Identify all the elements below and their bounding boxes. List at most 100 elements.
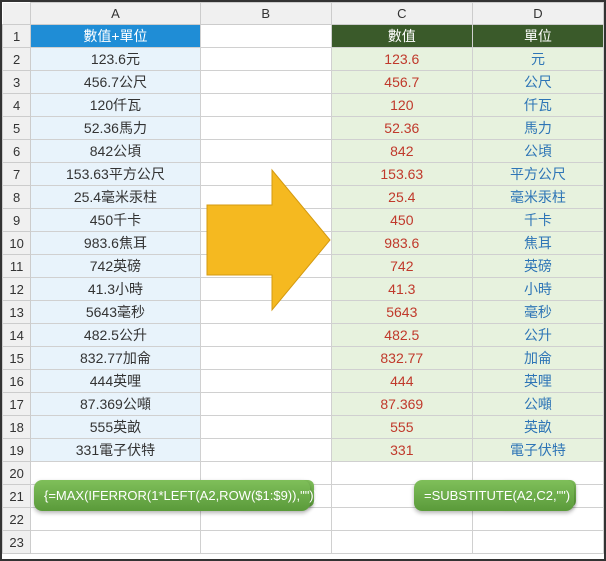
cell-B17[interactable] bbox=[200, 393, 331, 416]
row-header-2[interactable]: 2 bbox=[3, 48, 31, 71]
cell-C9[interactable]: 450 bbox=[331, 209, 472, 232]
row-header-19[interactable]: 19 bbox=[3, 439, 31, 462]
cell-A13[interactable]: 5643毫秒 bbox=[31, 301, 200, 324]
cell-D1[interactable]: 單位 bbox=[472, 25, 603, 48]
cell-A12[interactable]: 41.3小時 bbox=[31, 278, 200, 301]
cell-B19[interactable] bbox=[200, 439, 331, 462]
cell-D2[interactable]: 元 bbox=[472, 48, 603, 71]
cell-C7[interactable]: 153.63 bbox=[331, 163, 472, 186]
col-header-C[interactable]: C bbox=[331, 3, 472, 25]
cell-C16[interactable]: 444 bbox=[331, 370, 472, 393]
cell-C15[interactable]: 832.77 bbox=[331, 347, 472, 370]
cell-C12[interactable]: 41.3 bbox=[331, 278, 472, 301]
cell-C4[interactable]: 120 bbox=[331, 94, 472, 117]
cell-D7[interactable]: 平方公尺 bbox=[472, 163, 603, 186]
cell-C5[interactable]: 52.36 bbox=[331, 117, 472, 140]
row-header-14[interactable]: 14 bbox=[3, 324, 31, 347]
cell-B1[interactable] bbox=[200, 25, 331, 48]
cell-C13[interactable]: 5643 bbox=[331, 301, 472, 324]
cell-B15[interactable] bbox=[200, 347, 331, 370]
cell-C8[interactable]: 25.4 bbox=[331, 186, 472, 209]
cell-C2[interactable]: 123.6 bbox=[331, 48, 472, 71]
cell-D4[interactable]: 仟瓦 bbox=[472, 94, 603, 117]
cell-C18[interactable]: 555 bbox=[331, 416, 472, 439]
cell-D8[interactable]: 毫米汞柱 bbox=[472, 186, 603, 209]
row-header-8[interactable]: 8 bbox=[3, 186, 31, 209]
cell-C3[interactable]: 456.7 bbox=[331, 71, 472, 94]
cell-A15[interactable]: 832.77加侖 bbox=[31, 347, 200, 370]
cell-D17[interactable]: 公噸 bbox=[472, 393, 603, 416]
row-header-6[interactable]: 6 bbox=[3, 140, 31, 163]
cell-A6[interactable]: 842公頃 bbox=[31, 140, 200, 163]
cell-B7[interactable] bbox=[200, 163, 331, 186]
col-header-B[interactable]: B bbox=[200, 3, 331, 25]
col-header-D[interactable]: D bbox=[472, 3, 603, 25]
cell-D9[interactable]: 千卡 bbox=[472, 209, 603, 232]
row-header-4[interactable]: 4 bbox=[3, 94, 31, 117]
row-header-22[interactable]: 22 bbox=[3, 508, 31, 531]
cell-A8[interactable]: 25.4毫米汞柱 bbox=[31, 186, 200, 209]
select-all-corner[interactable] bbox=[3, 3, 31, 25]
cell-C17[interactable]: 87.369 bbox=[331, 393, 472, 416]
col-header-A[interactable]: A bbox=[31, 3, 200, 25]
cell-D10[interactable]: 焦耳 bbox=[472, 232, 603, 255]
cell-B10[interactable] bbox=[200, 232, 331, 255]
cell-B14[interactable] bbox=[200, 324, 331, 347]
cell-B16[interactable] bbox=[200, 370, 331, 393]
row-header-5[interactable]: 5 bbox=[3, 117, 31, 140]
cell-A18[interactable]: 555英畝 bbox=[31, 416, 200, 439]
cell-D18[interactable]: 英畝 bbox=[472, 416, 603, 439]
row-header-11[interactable]: 11 bbox=[3, 255, 31, 278]
cell-B6[interactable] bbox=[200, 140, 331, 163]
cell-A4[interactable]: 120仟瓦 bbox=[31, 94, 200, 117]
cell-A5[interactable]: 52.36馬力 bbox=[31, 117, 200, 140]
cell-A14[interactable]: 482.5公升 bbox=[31, 324, 200, 347]
row-header-10[interactable]: 10 bbox=[3, 232, 31, 255]
cell-A17[interactable]: 87.369公噸 bbox=[31, 393, 200, 416]
cell-A9[interactable]: 450千卡 bbox=[31, 209, 200, 232]
cell-D5[interactable]: 馬力 bbox=[472, 117, 603, 140]
row-header-21[interactable]: 21 bbox=[3, 485, 31, 508]
cell-D19[interactable]: 電子伏特 bbox=[472, 439, 603, 462]
cell-A19[interactable]: 331電子伏特 bbox=[31, 439, 200, 462]
row-header-3[interactable]: 3 bbox=[3, 71, 31, 94]
cell-D3[interactable]: 公尺 bbox=[472, 71, 603, 94]
cell-D12[interactable]: 小時 bbox=[472, 278, 603, 301]
cell-D14[interactable]: 公升 bbox=[472, 324, 603, 347]
cell-A10[interactable]: 983.6焦耳 bbox=[31, 232, 200, 255]
cell-D11[interactable]: 英磅 bbox=[472, 255, 603, 278]
cell-C10[interactable]: 983.6 bbox=[331, 232, 472, 255]
cell-B12[interactable] bbox=[200, 278, 331, 301]
row-header-18[interactable]: 18 bbox=[3, 416, 31, 439]
row-header-17[interactable]: 17 bbox=[3, 393, 31, 416]
row-header-9[interactable]: 9 bbox=[3, 209, 31, 232]
cell-B8[interactable] bbox=[200, 186, 331, 209]
cell-B3[interactable] bbox=[200, 71, 331, 94]
cell-A2[interactable]: 123.6元 bbox=[31, 48, 200, 71]
row-header-7[interactable]: 7 bbox=[3, 163, 31, 186]
cell-C1[interactable]: 數值 bbox=[331, 25, 472, 48]
cell-B4[interactable] bbox=[200, 94, 331, 117]
cell-A3[interactable]: 456.7公尺 bbox=[31, 71, 200, 94]
row-header-13[interactable]: 13 bbox=[3, 301, 31, 324]
cell-A11[interactable]: 742英磅 bbox=[31, 255, 200, 278]
row-header-15[interactable]: 15 bbox=[3, 347, 31, 370]
cell-C14[interactable]: 482.5 bbox=[331, 324, 472, 347]
cell-B2[interactable] bbox=[200, 48, 331, 71]
cell-C19[interactable]: 331 bbox=[331, 439, 472, 462]
row-header-20[interactable]: 20 bbox=[3, 462, 31, 485]
row-header-1[interactable]: 1 bbox=[3, 25, 31, 48]
cell-C6[interactable]: 842 bbox=[331, 140, 472, 163]
cell-B13[interactable] bbox=[200, 301, 331, 324]
cell-D13[interactable]: 毫秒 bbox=[472, 301, 603, 324]
cell-B9[interactable] bbox=[200, 209, 331, 232]
cell-A7[interactable]: 153.63平方公尺 bbox=[31, 163, 200, 186]
cell-D16[interactable]: 英哩 bbox=[472, 370, 603, 393]
cell-B11[interactable] bbox=[200, 255, 331, 278]
cell-A1[interactable]: 數值+單位 bbox=[31, 25, 200, 48]
row-header-12[interactable]: 12 bbox=[3, 278, 31, 301]
row-header-23[interactable]: 23 bbox=[3, 531, 31, 554]
cell-D6[interactable]: 公頃 bbox=[472, 140, 603, 163]
cell-B18[interactable] bbox=[200, 416, 331, 439]
cell-D15[interactable]: 加侖 bbox=[472, 347, 603, 370]
